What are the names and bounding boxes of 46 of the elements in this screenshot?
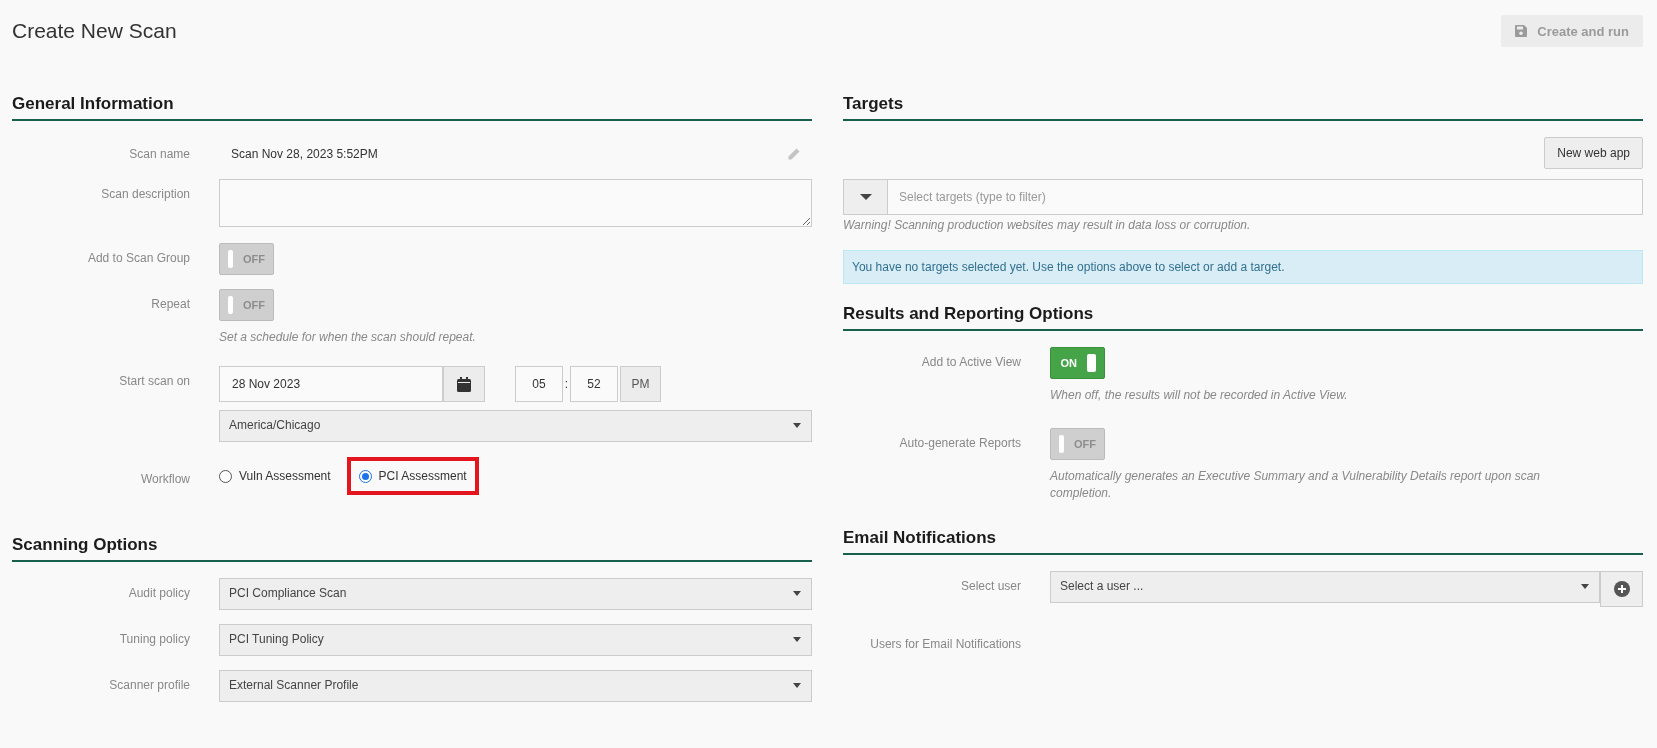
minute-field[interactable]: 52 (570, 366, 618, 402)
page-title: Create New Scan (12, 19, 177, 43)
dropdown-button[interactable] (843, 179, 887, 215)
description-field[interactable] (219, 179, 812, 227)
new-web-app-button[interactable]: New web app (1544, 137, 1643, 169)
section-heading: General Information (12, 94, 812, 121)
section-heading: Targets (843, 94, 1643, 121)
highlighted-radio-option[interactable]: PCI Assessment (346, 457, 479, 495)
field-label: Repeat (150, 296, 190, 311)
calendar-icon (457, 376, 471, 392)
policy-dropdown[interactable]: PCI Compliance Scan (219, 578, 812, 610)
time-separator: : (563, 377, 570, 391)
user-dropdown[interactable]: Select a user ... (1050, 571, 1600, 603)
scan-name-value: Scan Nov 28, 2023 5:52PM (231, 147, 378, 161)
plus-circle-icon (1613, 581, 1630, 597)
field-label: Scanner profile (108, 677, 190, 692)
hint-text: When off, the results will not be recorded in Active View. (1050, 387, 1349, 404)
hint-text: Automatically generates an Executive Summary and a Vulnerability Details report upon scan completion. (1050, 468, 1542, 502)
radio-option[interactable]: Vuln Assessment (207, 457, 343, 495)
field-label: Add to Scan Group (86, 250, 190, 265)
field-label: Auto-generate Reports (898, 435, 1021, 450)
calendar-button[interactable] (443, 366, 485, 402)
pencil-icon[interactable] (787, 147, 800, 161)
policy-dropdown[interactable]: External Scanner Profile (219, 670, 812, 702)
am-pm-button[interactable]: PM (620, 366, 661, 402)
policy-dropdown[interactable]: PCI Tuning Policy (219, 624, 812, 656)
section-heading: Results and Reporting Options (843, 304, 1643, 331)
field-label: Scan description (100, 186, 190, 201)
timezone-dropdown[interactable]: America/Chicago (219, 410, 812, 442)
field-label: Start scan on (118, 373, 190, 388)
field-label: Select user (959, 578, 1021, 593)
field-label: Add to Active View (920, 354, 1021, 369)
targets-filter-field[interactable]: Select targets (type to filter) (887, 179, 1643, 215)
field-label: Tuning policy (118, 631, 190, 646)
info-alert: You have no targets selected yet. Use the options above to select or add a target. (843, 250, 1643, 284)
warning-text: Warning! Scanning production websites may result in data loss or corruption. (843, 217, 1252, 234)
hint-text: Set a schedule for when the scan should repeat. (219, 329, 477, 346)
field-label: Scan name (128, 146, 190, 161)
hour-field[interactable]: 05 (515, 366, 563, 402)
section-heading: Scanning Options (12, 535, 812, 562)
field-label: Audit policy (127, 585, 190, 600)
add-user-button[interactable] (1600, 571, 1643, 607)
date-field[interactable]: 28 Nov 2023 (219, 366, 443, 402)
field-label: Users for Email Notifications (869, 636, 1021, 651)
field-label: Workflow (139, 471, 190, 486)
section-heading: Email Notifications (843, 528, 1643, 555)
